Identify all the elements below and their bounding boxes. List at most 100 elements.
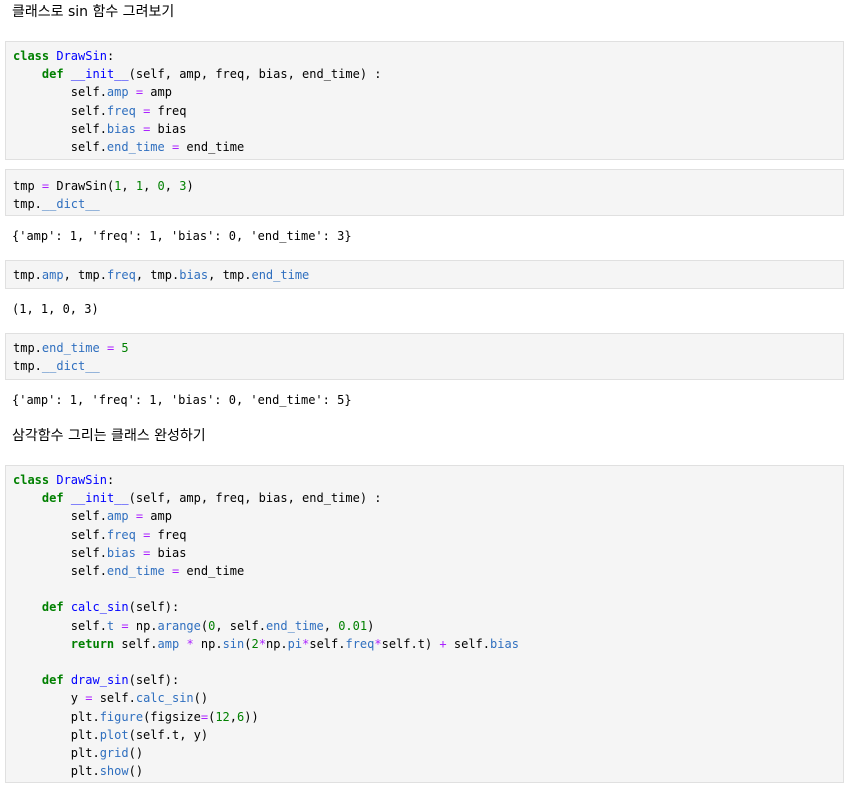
code-cell-5[interactable]: class DrawSin: def __init__(self, amp, f… xyxy=(5,465,844,783)
operator: + xyxy=(439,636,447,651)
cell-output-2: {'amp': 1, 'freq': 1, 'bias': 0, 'end_ti… xyxy=(12,229,352,243)
attribute: bias xyxy=(179,268,209,282)
code-text: (self, amp, freq, bias, end_time) : xyxy=(128,67,382,82)
code-text: tmp. xyxy=(13,359,42,374)
code-text: self. xyxy=(446,636,491,651)
code-cell-3[interactable]: tmp.amp, tmp.freq, tmp.bias, tmp.end_tim… xyxy=(5,260,844,289)
number: 5 xyxy=(121,341,129,355)
code-block: class DrawSin: def __init__(self, amp, f… xyxy=(6,47,843,156)
code-text: self. xyxy=(13,527,107,542)
code-text: plt. xyxy=(13,709,100,724)
keyword: def xyxy=(41,491,64,506)
code-text: ( xyxy=(244,636,252,651)
operator: = xyxy=(121,618,129,633)
code-text: self. xyxy=(381,636,418,651)
code-text: bias xyxy=(150,121,187,136)
code-text: self. xyxy=(13,140,107,155)
code-text: t xyxy=(417,636,425,651)
code-text: plt. xyxy=(13,746,100,761)
cell-output-3: (1, 1, 0, 3) xyxy=(12,302,99,316)
attribute: end_time xyxy=(251,268,310,282)
code-text: plt. xyxy=(13,764,100,779)
code-text: (figsize xyxy=(143,709,201,724)
code-text: , tmp. xyxy=(63,268,107,282)
code-block: tmp.amp, tmp.freq, tmp.bias, tmp.end_tim… xyxy=(6,266,843,284)
number: 2 xyxy=(251,636,259,651)
function-name: __init__ xyxy=(70,67,129,82)
attribute: bias xyxy=(490,636,519,651)
code-text: self. xyxy=(13,545,107,560)
code-text: (self): xyxy=(128,600,180,615)
code-text: self. xyxy=(114,636,158,651)
keyword: def xyxy=(41,673,64,688)
keyword: def xyxy=(41,600,64,615)
keyword: class xyxy=(13,49,50,63)
code-text: , self. xyxy=(215,618,266,633)
attribute: amp xyxy=(157,636,180,651)
code-text: , xyxy=(323,618,339,633)
code-text: self. xyxy=(309,636,346,651)
code-text: (self): xyxy=(128,673,180,688)
code-cell-2[interactable]: tmp = DrawSin(1, 1, 0, 3) tmp.__dict__ xyxy=(5,169,844,216)
code-text: np. xyxy=(128,618,158,633)
attribute: calc_sin xyxy=(135,691,194,706)
code-text: freq xyxy=(150,527,187,542)
code-text: bias xyxy=(150,545,187,560)
attribute: __dict__ xyxy=(41,359,100,374)
code-text: end_time xyxy=(179,140,245,155)
code-cell-4[interactable]: tmp.end_time = 5 tmp.__dict__ xyxy=(5,333,844,380)
code-text: , xyxy=(229,709,238,724)
attribute: arange xyxy=(157,618,201,633)
class-name: DrawSin xyxy=(56,49,107,63)
code-text: tmp. xyxy=(13,268,42,282)
keyword: def xyxy=(41,67,64,82)
attribute: amp xyxy=(106,509,129,524)
class-name: DrawSin xyxy=(56,473,107,487)
operator: = xyxy=(200,709,209,724)
code-text: , tmp. xyxy=(135,268,180,282)
code-block: class DrawSin: def __init__(self, amp, f… xyxy=(6,471,843,780)
attribute: amp xyxy=(41,268,64,282)
function-name: draw_sin xyxy=(70,673,129,688)
code-text: plt. xyxy=(13,727,100,742)
attribute: __dict__ xyxy=(41,197,100,212)
code-text: end_time xyxy=(179,564,245,579)
code-text: self. xyxy=(13,103,107,118)
operator: = xyxy=(135,85,144,100)
attribute: freq xyxy=(106,527,136,542)
attribute: figure xyxy=(99,709,144,724)
cell-output-4: {'amp': 1, 'freq': 1, 'bias': 0, 'end_ti… xyxy=(12,393,352,407)
keyword: class xyxy=(13,473,50,487)
code-cell-1[interactable]: class DrawSin: def __init__(self, amp, f… xyxy=(5,41,844,160)
code-text: : xyxy=(106,473,115,487)
number: 1 xyxy=(135,179,144,193)
attribute: sin xyxy=(222,636,245,651)
code-text: amp xyxy=(143,85,172,100)
code-text: ) xyxy=(367,618,375,633)
operator: = xyxy=(135,509,144,524)
attribute: end_time xyxy=(265,618,324,633)
attribute: end_time xyxy=(106,564,165,579)
keyword: return xyxy=(70,636,115,651)
code-text: self. xyxy=(13,618,107,633)
function-name: calc_sin xyxy=(70,600,129,615)
code-text: () xyxy=(128,764,144,779)
attribute: amp xyxy=(106,85,129,100)
attribute: show xyxy=(99,764,129,779)
attribute: pi xyxy=(287,636,303,651)
code-block: tmp.end_time = 5 tmp.__dict__ xyxy=(6,339,843,375)
code-text: , tmp. xyxy=(208,268,252,282)
attribute: end_time xyxy=(106,140,165,155)
